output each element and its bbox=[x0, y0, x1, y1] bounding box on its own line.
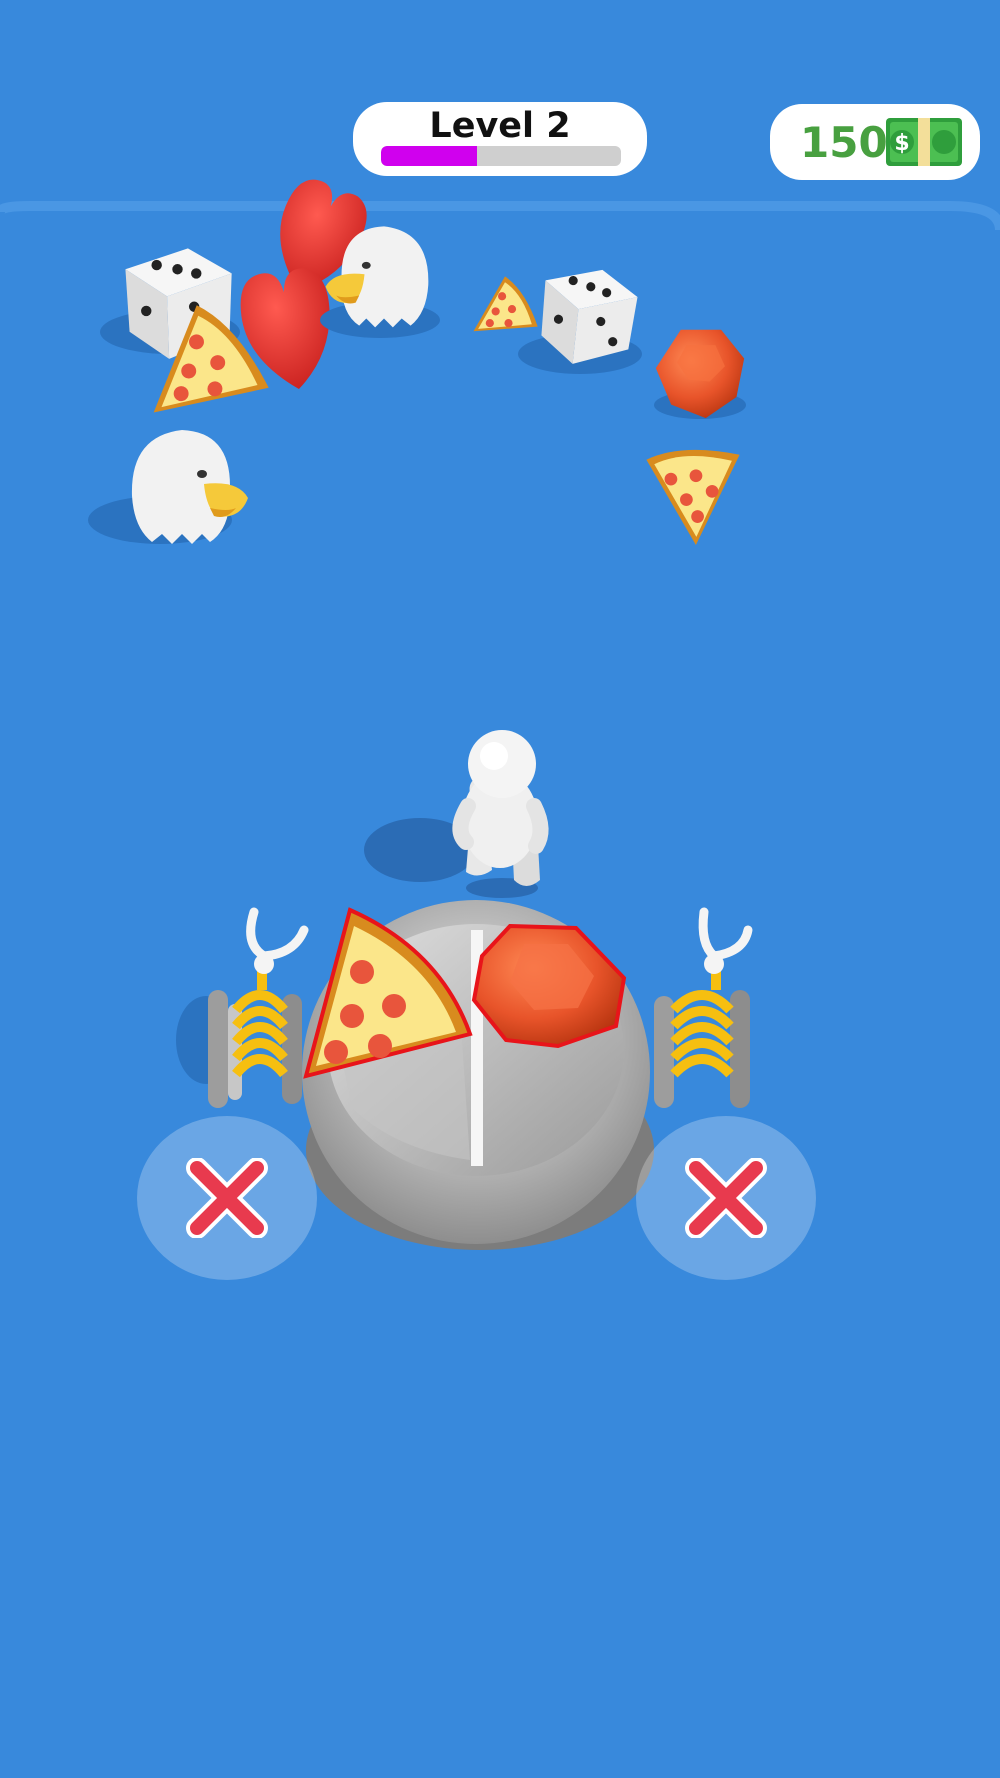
game-scene bbox=[0, 172, 1000, 1250]
player-character bbox=[364, 730, 549, 898]
pizza-slice-item[interactable] bbox=[473, 276, 538, 332]
level-progress-bar bbox=[381, 146, 621, 166]
held-gem[interactable] bbox=[471, 923, 627, 1049]
currency-symbol: $ bbox=[894, 131, 909, 156]
right-spring-claw bbox=[654, 907, 753, 1108]
cash-icon: $ bbox=[886, 118, 962, 166]
coin-count: 150 bbox=[800, 118, 888, 167]
left-spring-claw bbox=[176, 907, 309, 1108]
level-progress-fill bbox=[381, 146, 477, 166]
discard-left-button[interactable] bbox=[137, 1116, 317, 1280]
gem-item[interactable] bbox=[654, 329, 746, 419]
discard-right-button[interactable] bbox=[636, 1116, 816, 1280]
money-panel: 150 $ bbox=[770, 104, 980, 180]
level-panel: Level 2 bbox=[353, 102, 647, 176]
arena-rim bbox=[0, 201, 1000, 231]
eagle-item[interactable] bbox=[88, 430, 248, 544]
pizza-slice-item[interactable] bbox=[621, 415, 746, 545]
dice-item[interactable] bbox=[518, 262, 642, 374]
close-icon bbox=[186, 1158, 268, 1238]
close-icon bbox=[685, 1158, 767, 1238]
level-label: Level 2 bbox=[429, 106, 571, 146]
